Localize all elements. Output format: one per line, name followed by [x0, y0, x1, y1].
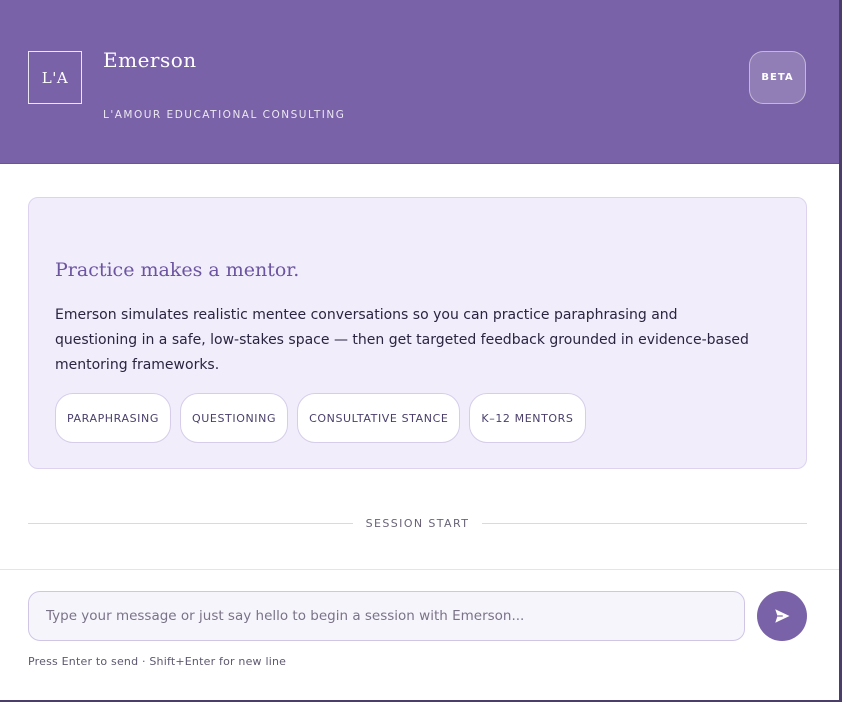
- intro-card: Practice makes a mentor. Emerson simulat…: [28, 197, 807, 469]
- beta-badge: BETA: [749, 51, 806, 104]
- app-window: L'A Emerson L'AMOUR EDUCATIONAL CONSULTI…: [0, 0, 842, 702]
- session-start-label: SESSION START: [365, 516, 470, 530]
- intro-heading: Practice makes a mentor.: [55, 259, 300, 281]
- app-title: Emerson: [103, 48, 197, 72]
- intro-description: Emerson simulates realistic mentee conve…: [55, 307, 749, 373]
- divider-line-right: [482, 522, 808, 524]
- send-icon: [775, 609, 790, 623]
- message-input[interactable]: [28, 591, 745, 641]
- app-subtitle: L'AMOUR EDUCATIONAL CONSULTING: [103, 109, 346, 121]
- session-start-divider: SESSION START: [28, 515, 808, 531]
- tag-paraphrasing: PARAPHRASING: [55, 393, 171, 443]
- composer-divider: [0, 569, 839, 570]
- skill-tags: PARAPHRASING QUESTIONING CONSULTATIVE ST…: [55, 393, 586, 443]
- send-button[interactable]: [757, 591, 807, 641]
- brand-logo: L'A: [28, 51, 82, 104]
- keyboard-hint: Press Enter to send · Shift+Enter for ne…: [28, 655, 287, 668]
- tag-consultative-stance: CONSULTATIVE STANCE: [297, 393, 461, 443]
- divider-line-left: [28, 522, 353, 524]
- tag-k12-mentors: K–12 MENTORS: [469, 393, 586, 443]
- app-header: L'A Emerson L'AMOUR EDUCATIONAL CONSULTI…: [0, 0, 839, 164]
- tag-questioning: QUESTIONING: [179, 393, 289, 443]
